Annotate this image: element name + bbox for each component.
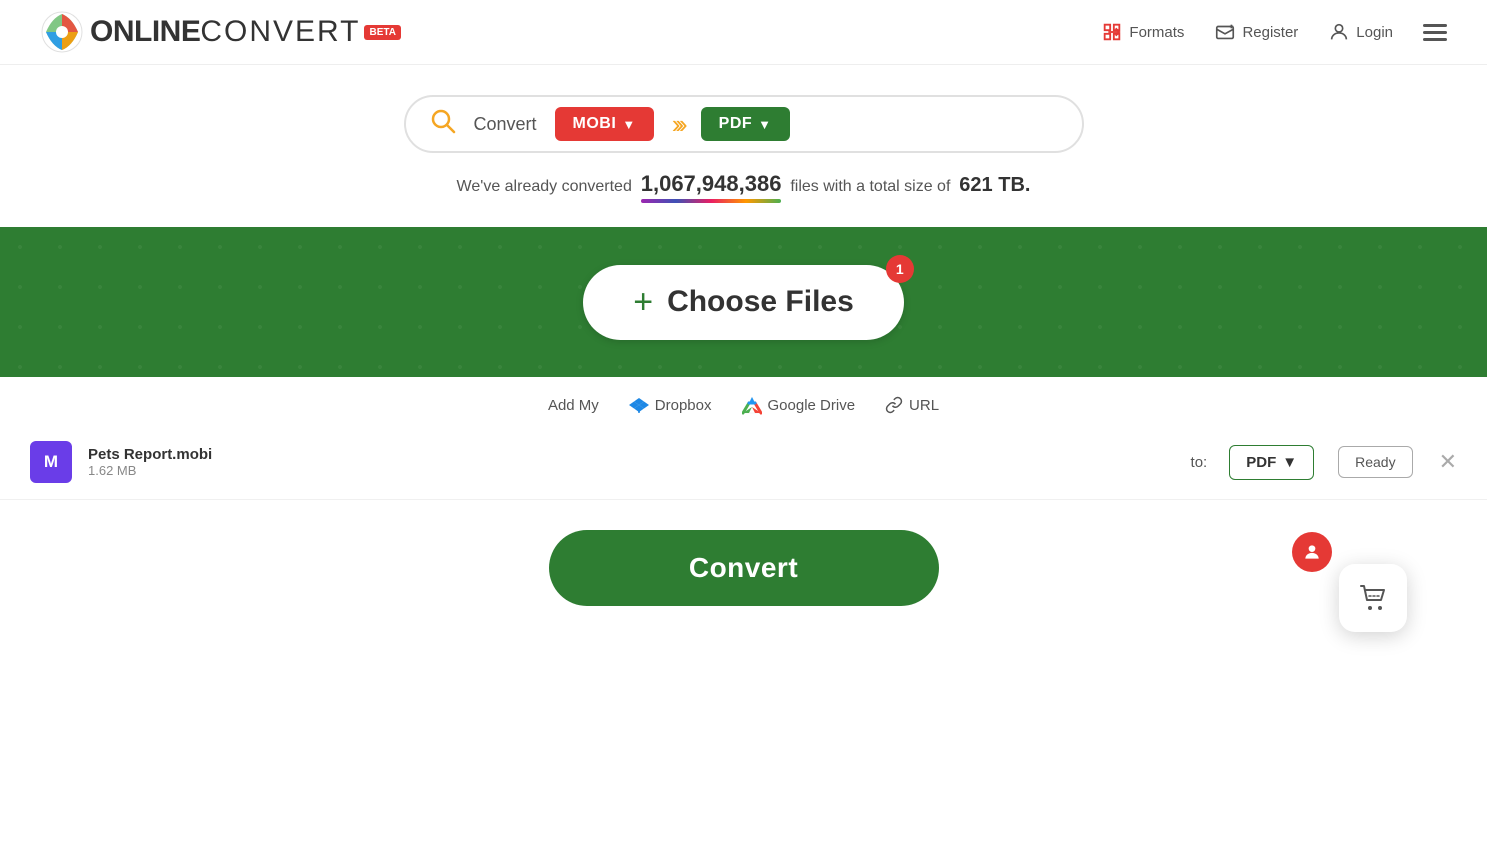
cart-icon bbox=[1357, 582, 1389, 614]
file-format-select[interactable]: PDF ▼ bbox=[1229, 445, 1314, 480]
file-name: Pets Report.mobi bbox=[88, 446, 1175, 463]
upload-area: + Choose Files 1 bbox=[0, 227, 1487, 377]
login-link[interactable]: Login bbox=[1328, 21, 1393, 43]
logo-text: ONLINECONVERT bbox=[90, 15, 360, 49]
google-drive-icon bbox=[742, 395, 762, 415]
add-my-label: Add My bbox=[548, 397, 599, 414]
file-avatar: M bbox=[30, 441, 72, 483]
stats-middle: files with a total size of bbox=[790, 178, 950, 195]
mobi-dropdown-arrow: ▼ bbox=[622, 117, 635, 132]
dropbox-source[interactable]: Dropbox bbox=[629, 395, 712, 415]
file-format-value: PDF bbox=[1246, 454, 1276, 471]
direction-arrows: ››› bbox=[672, 109, 683, 140]
search-box: Convert MOBI ▼ ››› PDF ▼ bbox=[404, 95, 1084, 153]
logo: ONLINECONVERT BETA bbox=[40, 10, 401, 54]
stats-size: 621 TB. bbox=[959, 174, 1030, 196]
search-convert-bar: Convert MOBI ▼ ››› PDF ▼ bbox=[0, 95, 1487, 153]
formats-label: Formats bbox=[1129, 24, 1184, 41]
from-format-button[interactable]: MOBI ▼ bbox=[555, 107, 654, 141]
beta-badge: BETA bbox=[364, 25, 400, 40]
stats-prefix: We've already converted bbox=[457, 178, 632, 195]
to-label: to: bbox=[1191, 454, 1208, 471]
url-icon bbox=[885, 396, 903, 414]
ready-status: Ready bbox=[1338, 446, 1412, 478]
google-drive-label: Google Drive bbox=[768, 397, 856, 414]
user-icon bbox=[1302, 542, 1322, 562]
register-label: Register bbox=[1242, 24, 1298, 41]
floating-user-button[interactable] bbox=[1292, 532, 1332, 572]
url-source[interactable]: URL bbox=[885, 396, 939, 414]
choose-files-button[interactable]: + Choose Files 1 bbox=[583, 265, 904, 340]
register-link[interactable]: Register bbox=[1214, 21, 1298, 43]
choose-files-label: Choose Files bbox=[667, 285, 854, 319]
convert-button[interactable]: Convert bbox=[549, 530, 939, 606]
pdf-dropdown-arrow: ▼ bbox=[758, 117, 771, 132]
file-info: Pets Report.mobi 1.62 MB bbox=[88, 446, 1175, 478]
register-icon bbox=[1214, 21, 1236, 43]
url-label: URL bbox=[909, 397, 939, 414]
stats-number: 1,067,948,386 bbox=[641, 171, 782, 197]
to-format-button[interactable]: PDF ▼ bbox=[701, 107, 790, 141]
file-format-arrow: ▼ bbox=[1282, 454, 1297, 471]
login-icon bbox=[1328, 21, 1350, 43]
file-row: M Pets Report.mobi 1.62 MB to: PDF ▼ Rea… bbox=[0, 425, 1487, 500]
hamburger-menu[interactable] bbox=[1423, 24, 1447, 41]
file-count-badge: 1 bbox=[886, 255, 914, 283]
formats-icon bbox=[1101, 21, 1123, 43]
header: ONLINECONVERT BETA Formats Register bbox=[0, 0, 1487, 65]
formats-link[interactable]: Formats bbox=[1101, 21, 1184, 43]
search-icon[interactable] bbox=[430, 108, 456, 141]
convert-text-label: Convert bbox=[474, 114, 537, 135]
dropbox-icon bbox=[629, 395, 649, 415]
sources-row: Add My Dropbox Google Drive URL bbox=[0, 377, 1487, 425]
stats-bar: We've already converted 1,067,948,386 fi… bbox=[0, 171, 1487, 197]
file-size: 1.62 MB bbox=[88, 463, 1175, 478]
logo-icon bbox=[40, 10, 84, 54]
header-nav: Formats Register Login bbox=[1101, 21, 1447, 43]
remove-file-button[interactable]: ✕ bbox=[1439, 451, 1457, 473]
login-label: Login bbox=[1356, 24, 1393, 41]
convert-section: Convert bbox=[0, 500, 1487, 626]
floating-cart-button[interactable] bbox=[1339, 564, 1407, 632]
google-drive-source[interactable]: Google Drive bbox=[742, 395, 856, 415]
dropbox-label: Dropbox bbox=[655, 397, 712, 414]
plus-icon: + bbox=[633, 283, 653, 322]
